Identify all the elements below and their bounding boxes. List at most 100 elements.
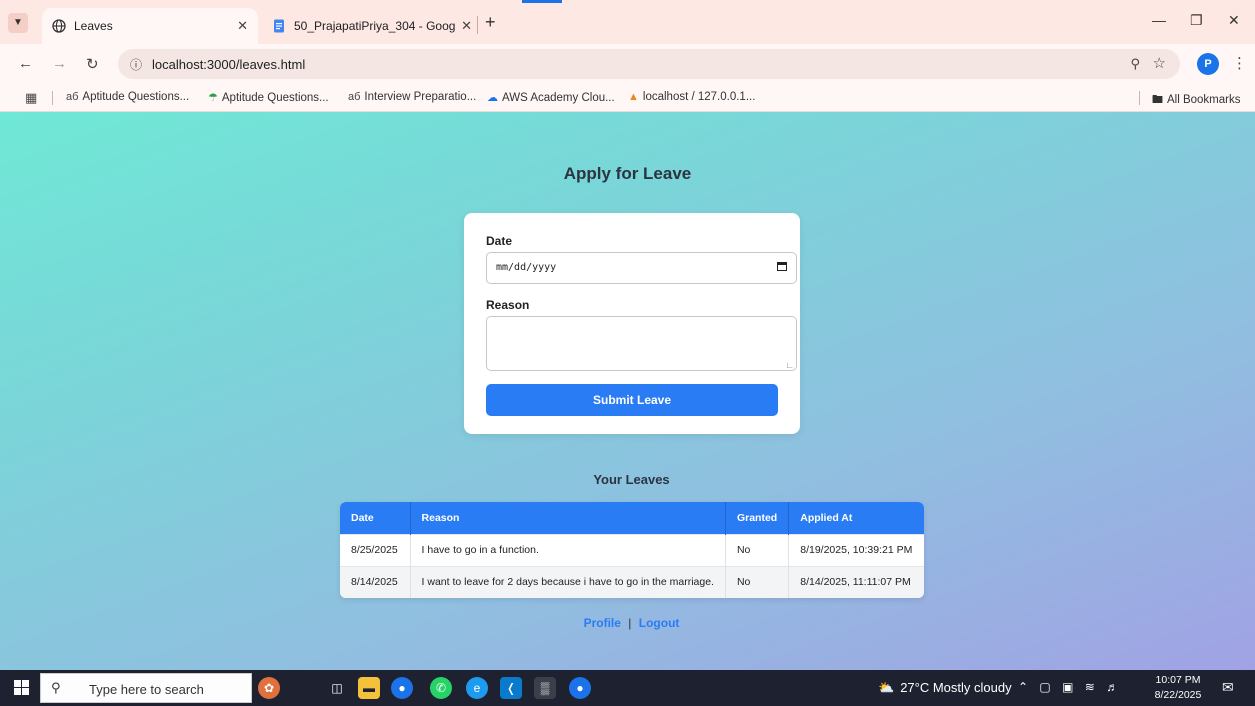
table-cell: No [725, 533, 790, 566]
bookmarks-bar: ▦ аб Aptitude Questions... ☂ Aptitude Ques… [0, 84, 1255, 112]
terminal-icon[interactable]: ▒ [534, 677, 556, 699]
windows-start-icon[interactable] [14, 680, 29, 698]
table-cell: 8/25/2025 [340, 533, 411, 566]
column-header: Date [340, 502, 411, 534]
table-cell: No [725, 565, 790, 598]
cloud-icon: ☁ [487, 92, 498, 104]
wifi-icon[interactable]: ≋ [1085, 680, 1099, 694]
task-view-icon[interactable]: ◫ [326, 677, 348, 699]
chevron-up-icon[interactable]: ⌃ [1018, 680, 1032, 694]
tab-strip: ▼ Leaves ✕ 50_PrajapatiPriya_304 - Googl… [0, 0, 1255, 44]
bookmark-star-icon[interactable]: ☆ [1153, 54, 1166, 72]
taskbar-clock[interactable]: 10:07 PM 8/22/2025 [1152, 673, 1204, 703]
column-header: Applied At [788, 502, 924, 534]
zoom-icon[interactable]: ⚲ [1130, 56, 1140, 72]
vscode-icon[interactable]: ❬ [500, 677, 522, 699]
all-bookmarks-label: All Bookmarks [1167, 94, 1241, 106]
leave-form: Date mm/dd/yyyy Reason ∟ Submit Leave [464, 213, 800, 434]
ab-logo-icon: аб [66, 91, 79, 103]
tab-google-doc[interactable]: 50_PrajapatiPriya_304 - Google ✕ [262, 8, 482, 44]
weather-widget[interactable]: ⛅ 27°C Mostly cloudy [878, 680, 1012, 696]
table-header-row: Date Reason Granted Applied At [340, 502, 924, 534]
table-row: 8/25/2025 I have to go in a function. No… [340, 533, 924, 566]
close-window-icon[interactable]: ✕ [1228, 12, 1240, 29]
google-docs-icon [272, 19, 286, 33]
column-header: Reason [410, 502, 726, 534]
bookmark-label: Aptitude Questions... [82, 91, 190, 103]
bookmark-item[interactable]: аб Aptitude Questions... [66, 91, 189, 103]
clock-date: 8/22/2025 [1154, 689, 1202, 701]
notification-icon[interactable]: ✉ [1222, 679, 1234, 696]
table-cell: I have to go in a function. [410, 533, 726, 566]
tab-search-button[interactable]: ▼ [8, 13, 28, 33]
tab-separator [477, 16, 478, 34]
system-tray[interactable]: ⌃ ▢ ▣ ≋ ♬ [1018, 680, 1122, 694]
new-tab-button[interactable]: + [485, 12, 496, 33]
close-tab-icon[interactable]: ✕ [461, 18, 472, 34]
ab-logo-icon: аб [348, 91, 361, 103]
table-cell: 8/19/2025, 10:39:21 PM [788, 533, 924, 566]
url-field[interactable]: ⓘ localhost:3000/leaves.html ⚲ ☆ [118, 49, 1180, 79]
tab-title: Leaves [74, 19, 113, 33]
close-tab-icon[interactable]: ✕ [237, 18, 248, 34]
globe-icon [52, 19, 66, 33]
reason-textarea[interactable]: ∟ [486, 316, 797, 371]
date-field[interactable]: mm/dd/yyyy [486, 252, 797, 284]
bookmark-label: AWS Academy Clou... [502, 92, 615, 104]
bookmark-label: localhost / 127.0.0.1... [642, 91, 756, 103]
bookmark-item[interactable]: ▲ localhost / 127.0.0.1... [628, 91, 755, 103]
link-separator: | [628, 616, 632, 630]
battery-icon[interactable]: ▢ [1039, 680, 1054, 694]
widgets-icon[interactable]: ✿ [258, 677, 280, 699]
bookmark-label: Interview Preparatio... [364, 91, 477, 103]
reload-icon[interactable]: ↻ [86, 55, 99, 73]
back-arrow-icon[interactable]: ← [18, 55, 33, 72]
tab-leaves[interactable]: Leaves ✕ [42, 8, 258, 44]
chrome-icon[interactable]: ● [391, 677, 413, 699]
logout-link[interactable]: Logout [639, 616, 680, 630]
tab-title: 50_PrajapatiPriya_304 - Google [294, 19, 456, 33]
all-bookmarks-button[interactable]: 🖿 All Bookmarks [1152, 91, 1241, 110]
apps-grid-icon[interactable]: ▦ [25, 90, 37, 106]
volume-icon[interactable]: ♬ [1106, 680, 1122, 694]
column-header: Granted [725, 502, 790, 534]
more-menu-icon[interactable]: ⋮ [1232, 54, 1247, 72]
network-icon[interactable]: ▣ [1062, 680, 1077, 694]
edge-icon[interactable]: e [466, 677, 488, 699]
profile-avatar[interactable]: P [1197, 53, 1219, 75]
profile-link[interactable]: Profile [584, 616, 621, 630]
date-label: Date [486, 234, 513, 248]
bookmark-divider [1139, 91, 1140, 105]
restore-icon[interactable]: ❐ [1190, 12, 1203, 29]
resize-grip-icon[interactable]: ∟ [785, 360, 794, 370]
taskbar-search-placeholder: Type here to search [89, 682, 204, 697]
minimize-icon[interactable]: — [1152, 12, 1166, 28]
address-bar: ← → ↻ ⓘ localhost:3000/leaves.html ⚲ ☆ P… [0, 44, 1255, 84]
tab-indicator [522, 0, 562, 3]
whatsapp-icon[interactable]: ✆ [430, 677, 452, 699]
date-placeholder: mm/dd/yyyy [496, 262, 557, 273]
bookmark-item[interactable]: аб Interview Preparatio... [348, 91, 476, 103]
clock-time: 10:07 PM [1155, 674, 1201, 686]
page-title: Apply for Leave [563, 164, 692, 183]
table-row: 8/14/2025 I want to leave for 2 days bec… [340, 565, 924, 598]
bookmark-divider [52, 91, 53, 105]
bookmark-item[interactable]: ☁ AWS Academy Clou... [487, 91, 615, 104]
leaves-section-title: Your Leaves [593, 472, 670, 487]
windows-taskbar: ⚲ Type here to search ✿ ◫ ▬ ● ✆ e ❬ ▒ ● … [0, 670, 1255, 706]
search-icon: ⚲ [51, 680, 61, 695]
reason-label: Reason [486, 298, 530, 312]
file-explorer-icon[interactable]: ▬ [358, 677, 380, 699]
calendar-icon[interactable] [777, 261, 787, 274]
taskbar-search-field[interactable]: ⚲ Type here to search [40, 673, 252, 703]
table-cell: 8/14/2025 [340, 565, 411, 598]
forward-arrow-icon[interactable]: → [52, 55, 67, 72]
chrome-profile-icon[interactable]: ● [569, 677, 591, 699]
bookmark-item[interactable]: ☂ Aptitude Questions... [208, 91, 329, 104]
submit-leave-button[interactable]: Submit Leave [486, 384, 778, 416]
info-icon[interactable]: ⓘ [130, 56, 142, 73]
folder-icon: 🖿 [1152, 94, 1163, 106]
url-text: localhost:3000/leaves.html [152, 57, 306, 72]
page-content: Apply for Leave Date mm/dd/yyyy Reason ∟… [0, 112, 1255, 670]
leaves-table: Date Reason Granted Applied At 8/25/2025… [340, 502, 924, 598]
